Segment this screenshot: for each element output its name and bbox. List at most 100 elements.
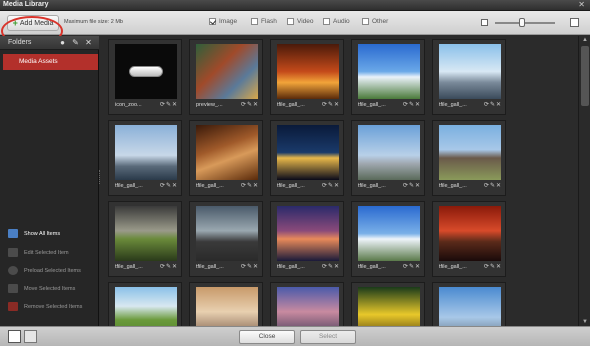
delete-icon[interactable]: ✕ — [334, 101, 339, 108]
refresh-icon[interactable]: ⟳ — [322, 263, 327, 270]
media-thumbnail[interactable] — [115, 125, 177, 180]
filter-other-checkbox[interactable] — [362, 18, 369, 25]
filter-audio-checkbox[interactable] — [323, 18, 330, 25]
delete-icon[interactable]: ✕ — [253, 263, 258, 270]
delete-icon[interactable]: ✕ — [415, 101, 420, 108]
remove-selected-items-action[interactable]: Remove Selected Items — [8, 302, 82, 311]
filter-audio[interactable]: Audio — [323, 18, 350, 25]
media-tile[interactable]: tfile_gall_... ⟳ ✎ ✕ — [351, 120, 425, 196]
media-thumbnail[interactable] — [439, 206, 501, 261]
rename-folder-icon[interactable]: ✎ — [71, 38, 80, 47]
filter-other[interactable]: Other — [362, 18, 388, 25]
zoom-slider-handle[interactable] — [519, 18, 526, 27]
media-thumbnail[interactable] — [277, 44, 339, 99]
delete-icon[interactable]: ✕ — [172, 101, 177, 108]
edit-icon[interactable]: ✎ — [409, 101, 414, 108]
edit-icon[interactable]: ✎ — [247, 101, 252, 108]
add-media-button[interactable]: + Add Media — [7, 15, 59, 31]
edit-icon[interactable]: ✎ — [247, 182, 252, 189]
zoom-small-icon[interactable] — [481, 19, 488, 26]
refresh-icon[interactable]: ⟳ — [403, 182, 408, 189]
media-tile[interactable] — [270, 282, 344, 326]
refresh-icon[interactable]: ⟳ — [241, 101, 246, 108]
media-thumbnail[interactable] — [115, 44, 177, 99]
refresh-icon[interactable]: ⟳ — [403, 263, 408, 270]
delete-icon[interactable]: ✕ — [415, 182, 420, 189]
filter-video[interactable]: Video — [287, 18, 314, 25]
refresh-icon[interactable]: ⟳ — [241, 182, 246, 189]
edit-icon[interactable]: ✎ — [490, 263, 495, 270]
media-thumbnail[interactable] — [439, 44, 501, 99]
delete-icon[interactable]: ✕ — [415, 263, 420, 270]
media-thumbnail[interactable] — [196, 287, 258, 326]
delete-icon[interactable]: ✕ — [496, 182, 501, 189]
close-icon[interactable]: ✕ — [578, 0, 585, 9]
media-tile[interactable]: tfile_gall_... ⟳ ✎ ✕ — [108, 201, 182, 277]
edit-icon[interactable]: ✎ — [328, 182, 333, 189]
refresh-icon[interactable]: ⟳ — [160, 101, 165, 108]
edit-icon[interactable]: ✎ — [409, 263, 414, 270]
close-button[interactable]: Close — [239, 330, 295, 344]
show-all-items-action[interactable]: Show All Items — [8, 229, 60, 238]
delete-icon[interactable]: ✕ — [172, 182, 177, 189]
media-thumbnail[interactable] — [358, 44, 420, 99]
scrollbar[interactable]: ▲ ▼ — [578, 36, 590, 326]
media-thumbnail[interactable] — [115, 287, 177, 326]
media-tile[interactable] — [108, 282, 182, 326]
delete-folder-icon[interactable]: ✕ — [84, 38, 93, 47]
media-tile[interactable]: tfile_gall_... ⟳ ✎ ✕ — [432, 120, 506, 196]
scrollbar-thumb[interactable] — [581, 46, 589, 106]
media-thumbnail[interactable] — [196, 44, 258, 99]
media-tile[interactable]: tfile_gall_... ⟳ ✎ ✕ — [351, 39, 425, 115]
edit-icon[interactable]: ✎ — [166, 101, 171, 108]
media-tile[interactable]: tfile_gall_... ⟳ ✎ ✕ — [270, 120, 344, 196]
media-thumbnail[interactable] — [115, 206, 177, 261]
edit-selected-item-action[interactable]: Edit Selected Item — [8, 248, 69, 257]
media-thumbnail[interactable] — [358, 125, 420, 180]
media-tile[interactable]: tfile_gall_... ⟳ ✎ ✕ — [432, 39, 506, 115]
new-folder-icon[interactable]: ● — [58, 38, 67, 47]
media-thumbnail[interactable] — [196, 125, 258, 180]
media-thumbnail[interactable] — [439, 125, 501, 180]
media-tile[interactable] — [351, 282, 425, 326]
media-thumbnail[interactable] — [358, 287, 420, 326]
edit-icon[interactable]: ✎ — [490, 101, 495, 108]
refresh-icon[interactable]: ⟳ — [322, 182, 327, 189]
media-tile[interactable]: icon_zoo... ⟳ ✎ ✕ — [108, 39, 182, 115]
preload-selected-items-action[interactable]: Preload Selected Items — [8, 266, 81, 275]
media-tile[interactable]: tfile_gall_... ⟳ ✎ ✕ — [108, 120, 182, 196]
filter-video-checkbox[interactable] — [287, 18, 294, 25]
edit-icon[interactable]: ✎ — [166, 182, 171, 189]
media-thumbnail[interactable] — [196, 206, 258, 261]
refresh-icon[interactable]: ⟳ — [322, 101, 327, 108]
delete-icon[interactable]: ✕ — [334, 182, 339, 189]
media-tile[interactable]: preview_... ⟳ ✎ ✕ — [189, 39, 263, 115]
media-tile[interactable]: tfile_gall_... ⟳ ✎ ✕ — [270, 201, 344, 277]
refresh-icon[interactable]: ⟳ — [241, 263, 246, 270]
filter-image[interactable]: Image — [209, 18, 237, 25]
select-button[interactable]: Select — [300, 330, 356, 344]
scroll-up-icon[interactable]: ▲ — [581, 36, 589, 44]
media-tile[interactable]: tfile_gall_... ⟳ ✎ ✕ — [189, 201, 263, 277]
refresh-icon[interactable]: ⟳ — [403, 101, 408, 108]
media-thumbnail[interactable] — [439, 287, 501, 326]
refresh-icon[interactable]: ⟳ — [484, 182, 489, 189]
edit-icon[interactable]: ✎ — [328, 263, 333, 270]
media-tile[interactable] — [432, 282, 506, 326]
media-thumbnail[interactable] — [358, 206, 420, 261]
move-selected-items-action[interactable]: Move Selected Items — [8, 284, 75, 293]
filter-image-checkbox[interactable] — [209, 18, 216, 25]
media-tile[interactable] — [189, 282, 263, 326]
zoom-large-icon[interactable] — [570, 18, 579, 27]
delete-icon[interactable]: ✕ — [253, 182, 258, 189]
delete-icon[interactable]: ✕ — [334, 263, 339, 270]
delete-icon[interactable]: ✕ — [496, 101, 501, 108]
edit-icon[interactable]: ✎ — [166, 263, 171, 270]
media-thumbnail[interactable] — [277, 287, 339, 326]
delete-icon[interactable]: ✕ — [496, 263, 501, 270]
filter-flash[interactable]: Flash — [251, 18, 277, 25]
edit-icon[interactable]: ✎ — [490, 182, 495, 189]
edit-icon[interactable]: ✎ — [328, 101, 333, 108]
refresh-icon[interactable]: ⟳ — [160, 182, 165, 189]
media-thumbnail[interactable] — [277, 206, 339, 261]
